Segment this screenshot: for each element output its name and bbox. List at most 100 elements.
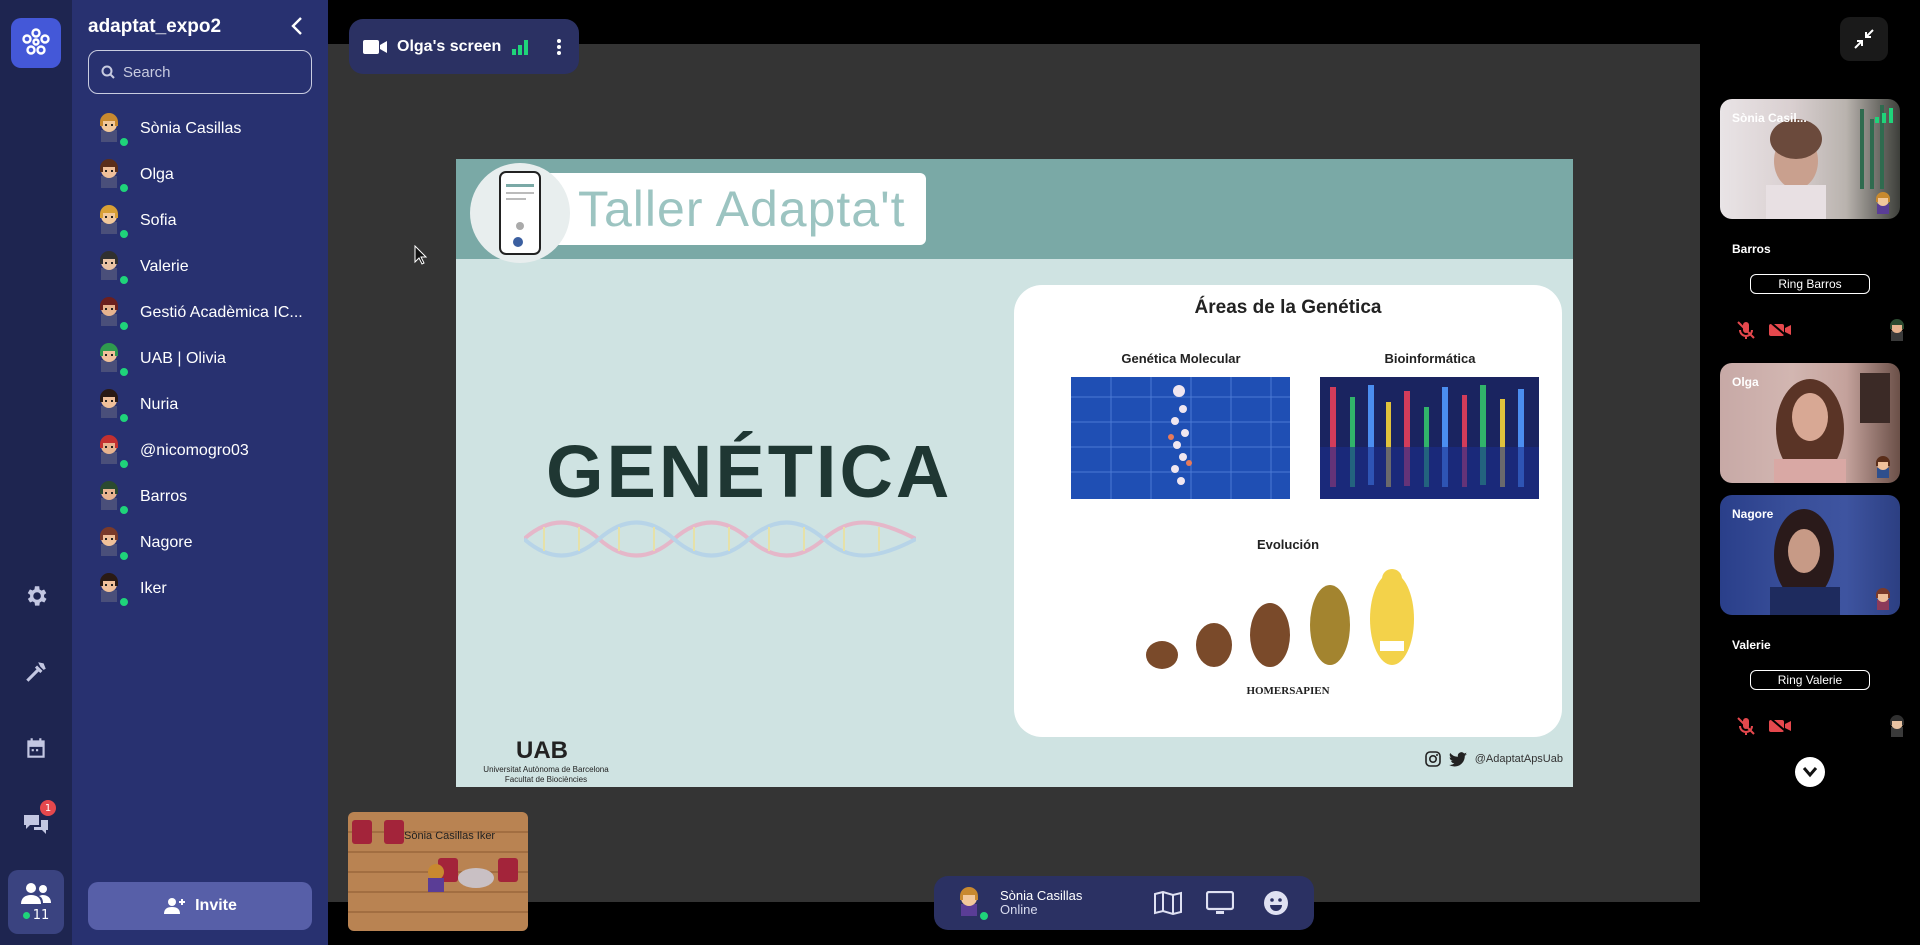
scroll-down-button[interactable] (1795, 757, 1825, 787)
settings-gear-icon[interactable] (16, 576, 56, 616)
invite-button[interactable]: Invite (88, 882, 312, 930)
mic-muted-icon (1737, 321, 1755, 339)
my-avatar[interactable] (954, 886, 990, 922)
signal-strength-icon (1875, 108, 1893, 123)
instagram-icon (1424, 751, 1441, 767)
online-dot (22, 911, 30, 919)
chat-unread-badge: 1 (40, 800, 56, 816)
camera-off-icon (1768, 716, 1791, 736)
member-name: UAB | Olivia (140, 350, 226, 367)
member-avatar (94, 434, 130, 470)
member-item[interactable]: Valerie (88, 244, 318, 290)
build-hammer-icon[interactable] (16, 652, 56, 692)
member-item[interactable]: Barros (88, 474, 318, 520)
member-name: Sofia (140, 212, 177, 229)
member-avatar (94, 158, 130, 194)
ring-barros-button[interactable]: Ring Barros (1750, 274, 1870, 294)
member-name: Gestió Acadèmica IC... (140, 304, 303, 321)
gather-logo-icon[interactable] (11, 18, 61, 68)
screen-share-pill: Olga's screen (349, 19, 579, 74)
online-status-dot (118, 136, 130, 148)
online-status-dot (118, 550, 130, 562)
member-item[interactable]: UAB | Olivia (88, 336, 318, 382)
members-sidebar: adaptat_expo2 Sònia Casillas Olga Sofia Val… (72, 0, 328, 945)
member-avatar (94, 526, 130, 562)
member-avatar (94, 296, 130, 332)
avatar-thumbnail-olga (1876, 456, 1890, 478)
evolution-image (1146, 569, 1414, 669)
genetics-areas-card: Áreas de la Genética Genética Molecular … (1014, 285, 1562, 737)
member-avatar (94, 250, 130, 286)
chevron-down-icon (1802, 767, 1818, 778)
online-status-dot (118, 504, 130, 516)
collapse-chevron-left-icon[interactable] (286, 14, 310, 38)
member-item[interactable]: Nuria (88, 382, 318, 428)
participant-video-olga[interactable]: Olga (1720, 363, 1900, 483)
uab-faculty-name: Facultat de Biociències (504, 775, 588, 784)
map-icon[interactable] (1152, 887, 1184, 919)
avatar-thumbnail-sonia (1876, 192, 1890, 214)
participant-name-barros: Barros (1732, 242, 1771, 256)
phone-illustration-icon (470, 163, 570, 263)
dna-helix-image (524, 520, 916, 558)
camera-off-icon (1768, 320, 1791, 340)
avatar-thumbnail-valerie (1890, 715, 1904, 737)
chat-icon[interactable]: 1 (16, 800, 56, 844)
my-status: Online (1000, 902, 1038, 917)
label-molecular: Genética Molecular (1121, 351, 1241, 366)
member-item[interactable]: Olga (88, 152, 318, 198)
online-status-dot (118, 320, 130, 332)
emoji-reaction-icon[interactable] (1260, 887, 1292, 919)
molecular-genetics-image (1071, 377, 1290, 499)
participant-barros: Barros Ring Barros (1720, 242, 1904, 341)
online-status-dot (118, 412, 130, 424)
online-status-dot (118, 458, 130, 470)
exit-fullscreen-button[interactable] (1840, 17, 1888, 61)
online-status-dot (118, 182, 130, 194)
search-box[interactable] (88, 50, 312, 94)
label-evolution: Evolución (1256, 537, 1320, 552)
participant-name-valerie: Valerie (1732, 638, 1771, 652)
online-status-dot (118, 274, 130, 286)
room-minimap[interactable]: Sònia Casillas Iker (348, 812, 528, 931)
member-item[interactable]: @nicomogro03 (88, 428, 318, 474)
bottom-toolbar: Sònia Casillas Online (934, 876, 1314, 930)
space-title: adaptat_expo2 (88, 16, 222, 37)
online-status-dot (118, 366, 130, 378)
member-item[interactable]: Iker (88, 566, 318, 612)
member-name: Sònia Casillas (140, 120, 242, 137)
member-avatar (94, 204, 130, 240)
online-status-dot (118, 596, 130, 608)
search-input[interactable] (123, 63, 293, 81)
social-links: @AdaptatApsUab (1424, 751, 1563, 767)
video-camera-icon (363, 39, 387, 54)
people-button[interactable]: 11 (8, 870, 64, 934)
twitter-icon (1448, 751, 1467, 767)
member-item[interactable]: Sofia (88, 198, 318, 244)
label-bioinformatics: Bioinformática (1384, 351, 1476, 366)
member-name: Nuria (140, 396, 179, 413)
screen-share-monitor-icon[interactable] (1204, 887, 1236, 919)
member-avatar (94, 388, 130, 424)
member-name: Nagore (140, 534, 193, 551)
mic-muted-icon (1737, 717, 1755, 735)
member-item[interactable]: Sònia Casillas (88, 106, 318, 152)
connection-signal-icon (512, 39, 529, 55)
participant-video-nagore[interactable]: Nagore (1720, 495, 1900, 615)
participant-name-nagore: Nagore (1732, 507, 1774, 521)
calendar-icon[interactable] (16, 728, 56, 768)
screen-share-label: Olga's screen (397, 37, 502, 55)
member-item[interactable]: Nagore (88, 520, 318, 566)
participant-video-sonia[interactable]: Sònia Casil... (1720, 99, 1900, 219)
slide-title: Taller Adapta't (536, 173, 926, 245)
member-name: Barros (140, 488, 188, 505)
invite-label: Invite (195, 897, 237, 914)
member-avatar (94, 572, 130, 608)
more-options-icon[interactable] (553, 38, 565, 56)
avatar-thumbnail-barros (1890, 319, 1904, 341)
member-avatar (94, 480, 130, 516)
member-name: @nicomogro03 (140, 442, 249, 459)
member-item[interactable]: Gestió Acadèmica IC... (88, 290, 318, 336)
ring-valerie-button[interactable]: Ring Valerie (1750, 670, 1870, 690)
participant-name-olga: Olga (1732, 375, 1759, 389)
